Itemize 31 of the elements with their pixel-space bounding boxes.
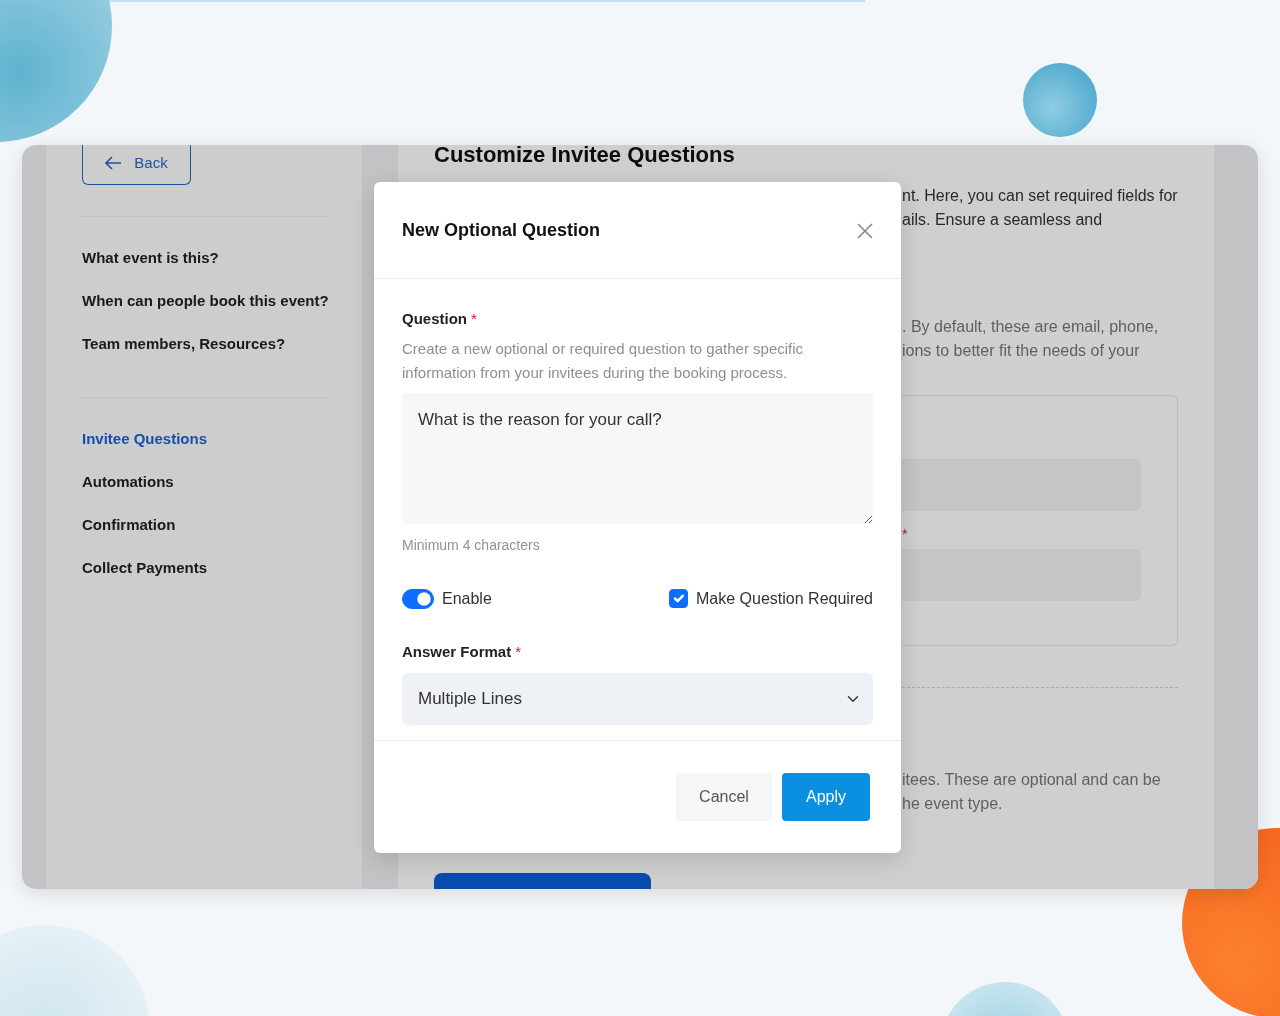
question-field[interactable]: What is the reason for your call? [402, 392, 873, 524]
modal-title: New Optional Question [402, 218, 600, 242]
sidebar-item[interactable]: Collect Payments [82, 547, 326, 590]
help-text: Create a new optional or required question to gather specific information from your invitees during the booking process. [402, 338, 805, 383]
answer-format-select[interactable]: Multiple Lines [402, 673, 873, 725]
description-text: nt. Here, you can set required fields for [902, 186, 1178, 206]
cancel-button[interactable]: Cancel [676, 773, 772, 821]
arrow-left-icon [105, 156, 123, 170]
sidebar-item[interactable]: Invitee Questions [82, 418, 326, 461]
input-field[interactable] [902, 549, 1141, 601]
page-title: Customize Invitee Questions [434, 145, 736, 167]
description-text: ions to better fit the needs of your [902, 341, 1141, 361]
required-checkbox[interactable] [669, 589, 688, 608]
sidebar-item[interactable]: When can people book this event? [82, 280, 326, 323]
input-field[interactable] [902, 459, 1141, 511]
checkbox-label: Make Question Required [696, 588, 873, 609]
toggle-label: Enable [442, 588, 492, 609]
required-mark: * [902, 525, 909, 544]
hint-text: Minimum 4 characters [402, 535, 541, 555]
field-label: Answer Format * [402, 641, 523, 662]
sidebar-item[interactable]: Automations [82, 461, 326, 504]
enable-toggle[interactable] [402, 588, 434, 609]
sidebar-item[interactable]: Team members, Resources? [82, 323, 326, 366]
back-button[interactable]: Back [82, 145, 191, 185]
description-text: he event type. [902, 794, 1004, 814]
field-label: Question * [402, 309, 478, 329]
sidebar-item[interactable]: Confirmation [82, 504, 326, 547]
description-text: . By default, these are email, phone, [902, 317, 1160, 337]
sidebar-item[interactable]: What event is this? [82, 237, 326, 280]
description-text: itees. These are optional and can be [902, 770, 1162, 790]
description-text: ails. Ensure a seamless and [902, 210, 1104, 230]
